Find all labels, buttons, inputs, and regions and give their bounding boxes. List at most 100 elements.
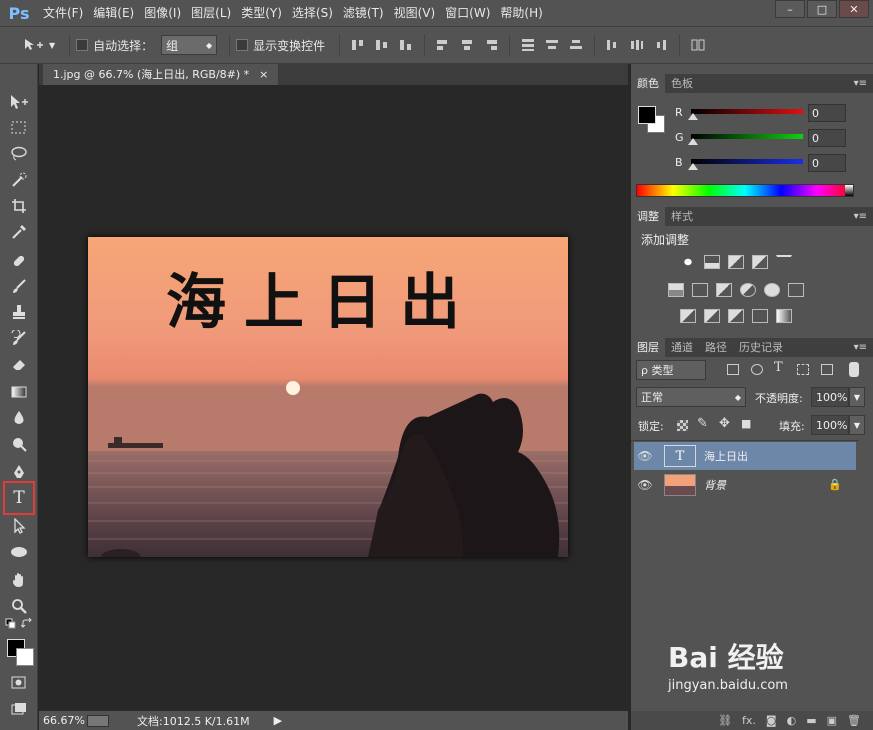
- green-slider-track[interactable]: [691, 134, 803, 139]
- ellipse-tool-icon[interactable]: [6, 541, 32, 563]
- auto-select-checkbox[interactable]: [76, 39, 89, 51]
- document-tab[interactable]: 1.jpg @ 66.7% (海上日出, RGB/8#) * ×: [43, 64, 279, 85]
- green-value-input[interactable]: 0: [808, 129, 846, 147]
- hue-saturation-icon[interactable]: [668, 283, 684, 297]
- eraser-tool-icon[interactable]: [6, 353, 32, 375]
- levels-icon[interactable]: [704, 255, 720, 269]
- marquee-tool-icon[interactable]: [6, 117, 32, 139]
- curves-icon[interactable]: [728, 255, 744, 269]
- filter-type-icon[interactable]: T: [774, 360, 783, 375]
- distribute-vcenter-icon[interactable]: [543, 37, 561, 53]
- dodge-tool-icon[interactable]: [6, 433, 32, 455]
- tab-adjustments[interactable]: 调整: [631, 207, 665, 226]
- tab-swatches[interactable]: 色板: [665, 74, 699, 93]
- distribute-top-icon[interactable]: [519, 37, 537, 53]
- lock-pixels-icon[interactable]: ✎: [697, 416, 708, 431]
- default-colors-icon[interactable]: [4, 618, 18, 630]
- menu-type[interactable]: 类型(Y): [236, 0, 287, 26]
- pen-tool-icon[interactable]: [6, 461, 32, 483]
- show-transform-checkbox[interactable]: [236, 39, 249, 51]
- brightness-contrast-icon[interactable]: [680, 255, 696, 269]
- tab-channels[interactable]: 通道: [665, 338, 699, 357]
- red-value-input[interactable]: 0: [808, 104, 846, 122]
- tab-color[interactable]: 颜色: [631, 74, 665, 93]
- quick-mask-icon[interactable]: [6, 672, 32, 694]
- layer-row-text[interactable]: 👁 T 海上日出: [634, 442, 856, 470]
- clone-stamp-tool-icon[interactable]: [6, 301, 32, 323]
- red-slider-track[interactable]: [691, 109, 803, 114]
- swap-colors-icon[interactable]: [20, 618, 34, 630]
- auto-select-dropdown[interactable]: 组 ◆: [161, 35, 218, 55]
- color-spectrum-bar[interactable]: [636, 184, 854, 197]
- visibility-eye-icon[interactable]: 👁: [634, 449, 656, 463]
- tab-styles[interactable]: 样式: [665, 207, 699, 226]
- align-right-icon[interactable]: [482, 37, 500, 53]
- menu-file[interactable]: 文件(F): [38, 0, 88, 26]
- fill-input[interactable]: 100%: [811, 415, 849, 435]
- lasso-tool-icon[interactable]: [6, 143, 32, 165]
- green-slider-thumb[interactable]: [688, 138, 698, 145]
- menu-help[interactable]: 帮助(H): [495, 0, 547, 26]
- layer-name-background[interactable]: 背景: [704, 477, 726, 493]
- filter-toggle-icon[interactable]: [849, 362, 859, 377]
- layer-name-text[interactable]: 海上日出: [704, 448, 748, 464]
- path-selection-tool-icon[interactable]: [6, 515, 32, 537]
- lock-position-icon[interactable]: ✥: [719, 416, 730, 431]
- menu-select[interactable]: 选择(S): [287, 0, 338, 26]
- minimize-button[interactable]: –: [775, 0, 805, 18]
- posterize-icon[interactable]: [704, 309, 720, 323]
- screen-mode-icon[interactable]: [6, 698, 32, 720]
- tab-history[interactable]: 历史记录: [733, 338, 789, 357]
- chevron-down-icon[interactable]: ▼: [49, 41, 55, 50]
- maximize-button[interactable]: □: [807, 0, 837, 18]
- crop-tool-icon[interactable]: [6, 195, 32, 217]
- black-white-icon[interactable]: [716, 283, 732, 297]
- zoom-tool-icon[interactable]: [6, 595, 32, 617]
- align-left-icon[interactable]: [434, 37, 452, 53]
- distribute-right-icon[interactable]: [652, 37, 670, 53]
- distribute-hcenter-icon[interactable]: [628, 37, 646, 53]
- menu-view[interactable]: 视图(V): [389, 0, 441, 26]
- close-button[interactable]: ✕: [839, 0, 869, 18]
- red-slider-thumb[interactable]: [688, 113, 698, 120]
- layer-filter-dropdown[interactable]: ρ 类型: [636, 360, 706, 380]
- lock-all-icon[interactable]: ■: [741, 417, 751, 430]
- eyedropper-tool-icon[interactable]: [6, 221, 32, 243]
- blue-slider-track[interactable]: [691, 159, 803, 164]
- panel-menu-icon[interactable]: ▾≡: [854, 338, 867, 357]
- healing-brush-tool-icon[interactable]: [6, 250, 32, 272]
- move-tool-preset-icon[interactable]: [22, 37, 46, 53]
- canvas-image[interactable]: 海上日出: [88, 237, 568, 557]
- blue-value-input[interactable]: 0: [808, 154, 846, 172]
- vibrance-icon[interactable]: [776, 255, 792, 269]
- menu-filter[interactable]: 滤镜(T): [338, 0, 389, 26]
- blend-mode-dropdown[interactable]: 正常 ◆: [636, 387, 746, 407]
- tab-layers[interactable]: 图层: [631, 338, 665, 357]
- menu-window[interactable]: 窗口(W): [440, 0, 495, 26]
- filter-shape-icon[interactable]: [797, 364, 809, 375]
- channel-mixer-icon[interactable]: [764, 283, 780, 297]
- opacity-dropdown-icon[interactable]: ▼: [849, 387, 865, 407]
- status-menu-arrow-icon[interactable]: ▶: [274, 714, 282, 727]
- tab-paths[interactable]: 路径: [699, 338, 733, 357]
- image-text-layer[interactable]: 海上日出: [88, 254, 498, 341]
- blur-tool-icon[interactable]: [6, 407, 32, 429]
- color-lookup-icon[interactable]: [788, 283, 804, 297]
- close-tab-icon[interactable]: ×: [259, 64, 268, 85]
- filter-smart-object-icon[interactable]: [821, 364, 833, 375]
- visibility-eye-icon[interactable]: 👁: [634, 478, 656, 492]
- exposure-icon[interactable]: [752, 255, 768, 269]
- opacity-input[interactable]: 100%: [811, 387, 849, 407]
- gradient-tool-icon[interactable]: [6, 381, 32, 403]
- brush-tool-icon[interactable]: [6, 275, 32, 297]
- filter-pixel-icon[interactable]: [727, 364, 739, 375]
- align-hcenter-icon[interactable]: [458, 37, 476, 53]
- layer-row-background[interactable]: 👁 背景 🔒: [634, 471, 856, 499]
- move-tool-icon[interactable]: [6, 91, 32, 113]
- panel-foreground-swatch[interactable]: [638, 106, 656, 124]
- invert-icon[interactable]: [680, 309, 696, 323]
- photo-filter-icon[interactable]: [740, 283, 756, 297]
- panel-menu-icon[interactable]: ▾≡: [854, 207, 867, 226]
- lock-transparency-icon[interactable]: [677, 420, 688, 431]
- menu-edit[interactable]: 编辑(E): [88, 0, 139, 26]
